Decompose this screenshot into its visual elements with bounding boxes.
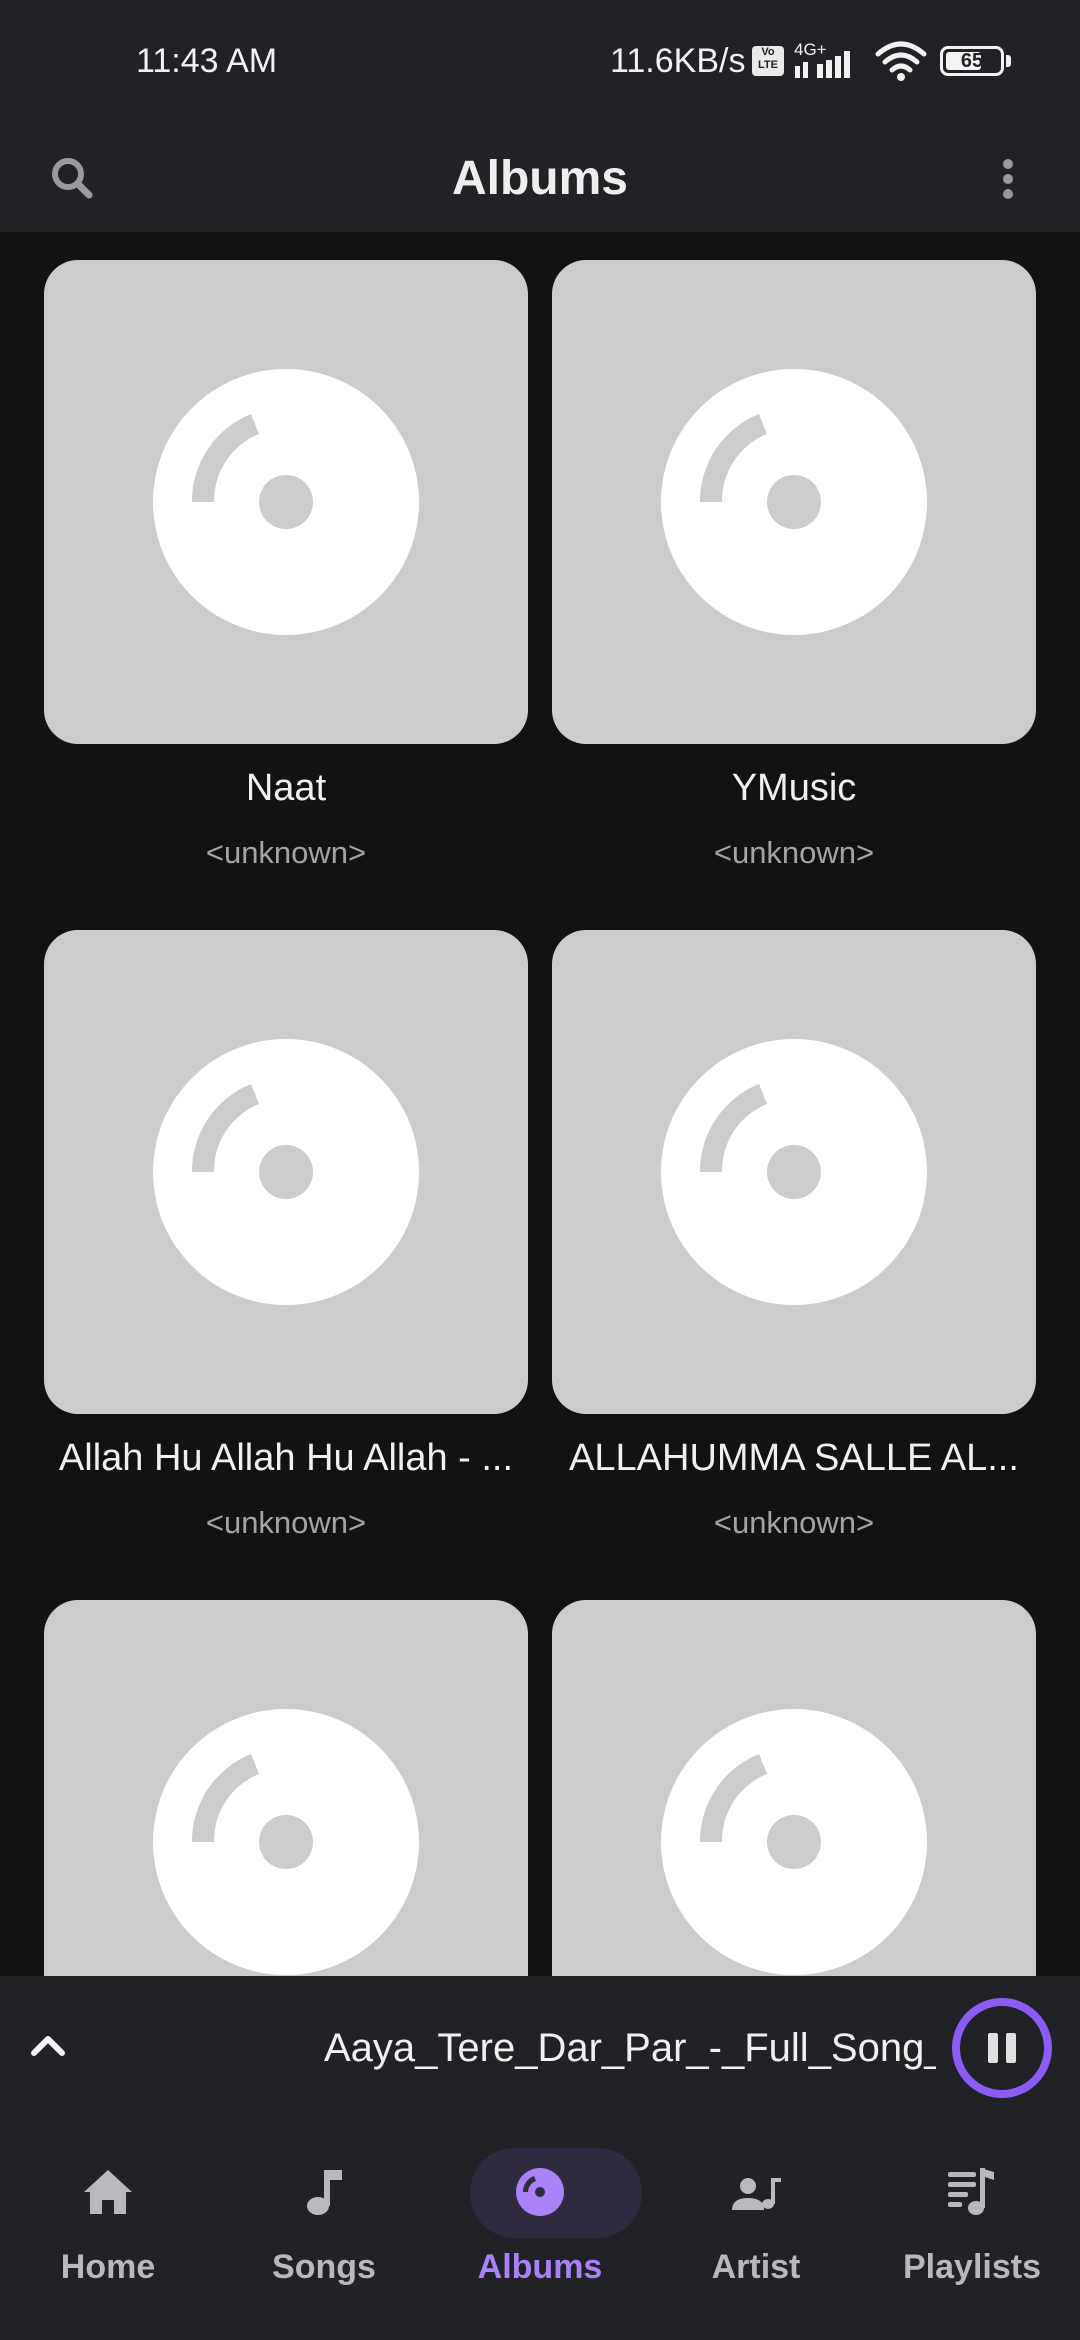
album-placeholder-icon — [661, 369, 927, 635]
battery-icon: 65 — [940, 46, 1004, 76]
more-options-icon[interactable] — [972, 142, 1046, 216]
nav-item-albums[interactable]: Albums — [432, 2148, 648, 2298]
battery-level: 65 — [960, 50, 984, 72]
now-playing-title[interactable]: Aaya_Tere_Dar_Par_-_Full_Song__\ — [324, 2020, 936, 2076]
nav-label: Artist — [711, 2248, 801, 2286]
album-placeholder-icon — [153, 1709, 419, 1975]
home-icon — [84, 2170, 132, 2214]
network-speed: 11.6KB/s — [610, 42, 746, 80]
nav-label: Playlists — [903, 2248, 1041, 2286]
playlist-icon — [948, 2168, 994, 2215]
album-icon — [516, 2168, 564, 2216]
signal-icon — [795, 51, 850, 78]
album-card[interactable] — [44, 1600, 528, 1976]
chevron-up-icon[interactable] — [18, 2016, 78, 2076]
album-title: ALLAHUMMA SALLE AL... — [569, 1437, 1019, 1479]
album-card[interactable] — [552, 1600, 1036, 1976]
album-card[interactable]: YMusic <unknown> — [552, 260, 1036, 910]
album-art — [552, 930, 1036, 1414]
album-art — [44, 260, 528, 744]
nav-item-songs[interactable]: Songs — [216, 2148, 432, 2298]
app-bar: Albums — [0, 126, 1080, 232]
nav-label: Songs — [272, 2248, 376, 2286]
album-artist: <unknown> — [205, 835, 367, 870]
album-title: YMusic — [731, 767, 857, 809]
album-art — [44, 1600, 528, 1976]
mini-player[interactable]: Aaya_Tere_Dar_Par_-_Full_Song__\ — [0, 1976, 1080, 2120]
album-card[interactable]: ALLAHUMMA SALLE AL... <unknown> — [552, 930, 1036, 1580]
bottom-navigation: Home Songs Albums Artist Playlists — [0, 2120, 1080, 2340]
pause-icon — [988, 2033, 998, 2063]
album-artist: <unknown> — [713, 1505, 875, 1540]
album-card[interactable]: Allah Hu Allah Hu Allah - ... <unknown> — [44, 930, 528, 1580]
album-grid: Naat <unknown> YMusic <unknown> Allah Hu… — [0, 232, 1080, 1976]
nav-label: Albums — [477, 2248, 603, 2286]
album-art — [44, 930, 528, 1414]
status-time: 11:43 AM — [136, 42, 278, 80]
album-artist: <unknown> — [713, 835, 875, 870]
album-title: Naat — [245, 767, 327, 809]
album-title: Allah Hu Allah Hu Allah - ... — [58, 1437, 514, 1479]
status-bar: 11:43 AM 11.6KB/s Vo LTE 4G+ 65 — [0, 0, 1080, 126]
wifi-icon — [875, 41, 927, 81]
page-title: Albums — [451, 152, 628, 205]
volte-icon: Vo LTE — [752, 46, 784, 76]
album-art — [552, 1600, 1036, 1976]
nav-item-home[interactable]: Home — [0, 2148, 216, 2298]
album-placeholder-icon — [153, 369, 419, 635]
artist-icon — [732, 2178, 781, 2210]
album-card[interactable]: Naat <unknown> — [44, 260, 528, 910]
album-placeholder-icon — [661, 1709, 927, 1975]
pause-button[interactable] — [952, 1998, 1052, 2098]
album-placeholder-icon — [153, 1039, 419, 1305]
nav-item-playlists[interactable]: Playlists — [864, 2148, 1080, 2298]
album-art — [552, 260, 1036, 744]
album-artist: <unknown> — [205, 1505, 367, 1540]
nav-item-artist[interactable]: Artist — [648, 2148, 864, 2298]
album-placeholder-icon — [661, 1039, 927, 1305]
nav-label: Home — [60, 2248, 156, 2286]
music-note-icon — [307, 2170, 342, 2215]
